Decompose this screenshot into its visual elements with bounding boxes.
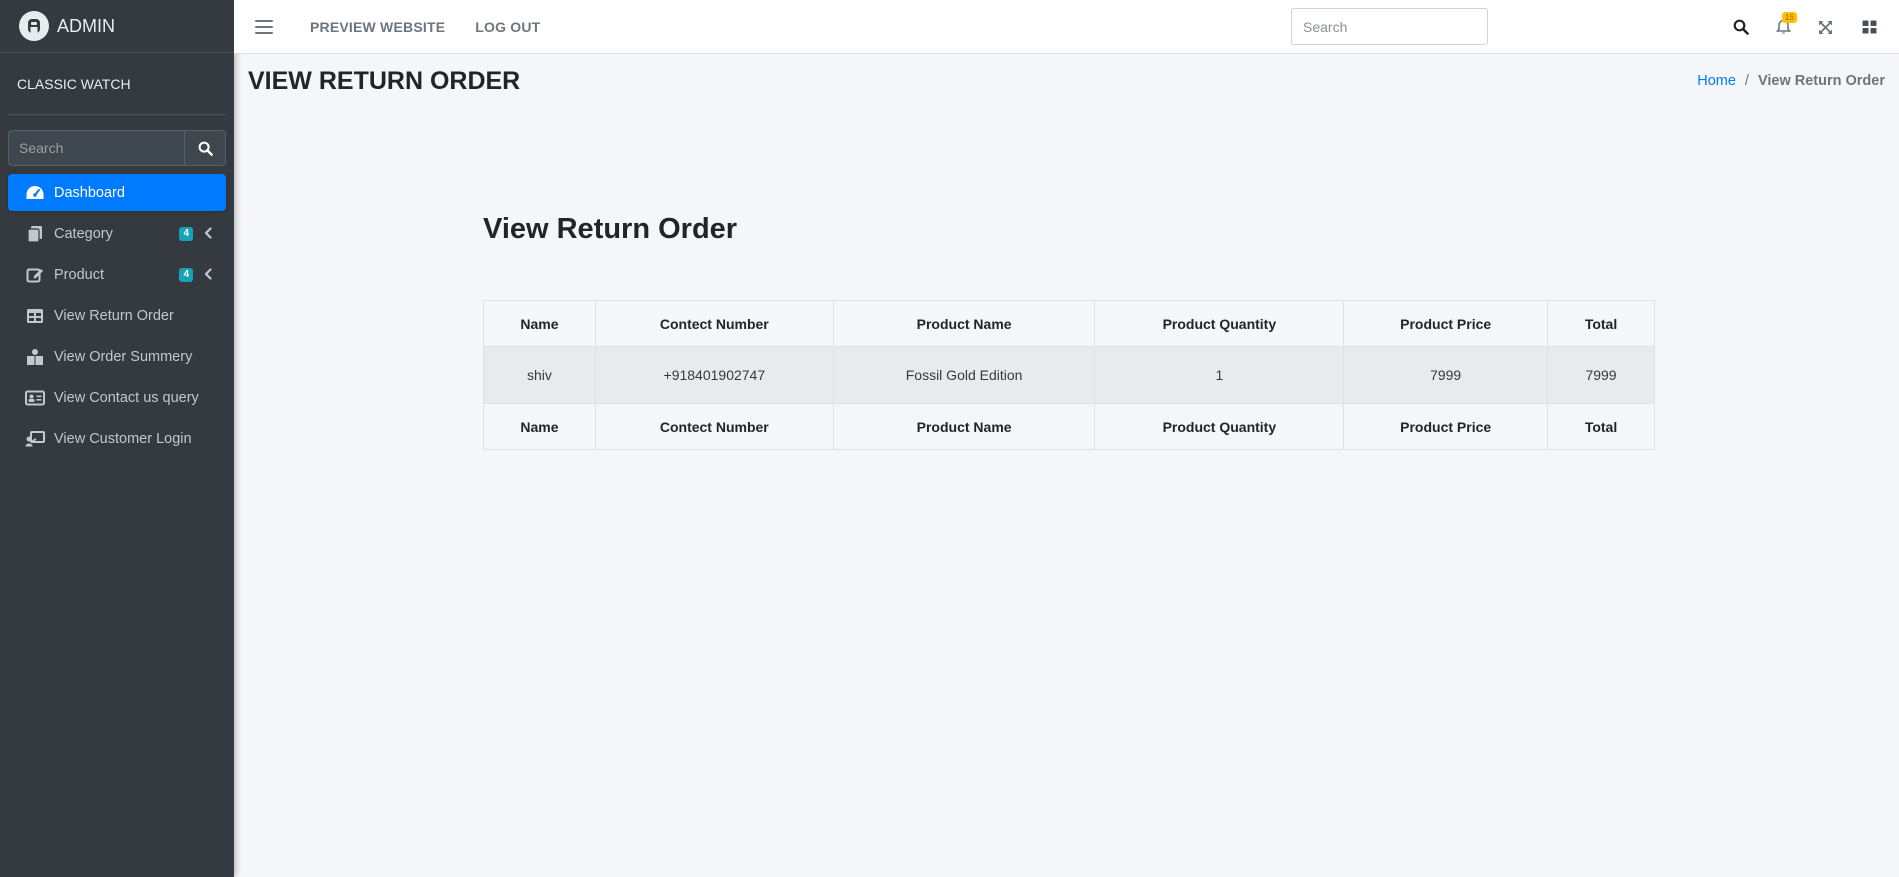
sidebar-item-category[interactable]: Category 4 [8,215,226,252]
breadcrumb-home-link[interactable]: Home [1697,73,1736,89]
column-header-product-name[interactable]: Product Name [832,300,1096,347]
cell-total: 7999 [1547,346,1655,404]
chalkboard-teacher-icon [25,429,45,449]
navbar-search-input[interactable] [1291,8,1488,45]
sidebar-item-label: View Order Summery [54,348,193,365]
fullscreen-button[interactable] [1814,16,1836,38]
sidebar-item-label: Product [54,266,104,283]
sidebar-search-input[interactable] [8,130,184,166]
column-header-contact-number[interactable]: Contect Number [594,300,834,347]
page-title: VIEW RETURN ORDER [248,67,521,95]
count-badge: 4 [179,227,193,241]
search-icon [1733,19,1749,35]
footer-header-product-quantity: Product Quantity [1094,403,1345,450]
user-name: CLASSIC WATCH [17,75,131,92]
sidebar-item-label: View Customer Login [54,430,192,447]
top-navbar: PREVIEW WEBSITE LOG OUT [234,0,1899,54]
column-header-product-quantity[interactable]: Product Quantity [1094,300,1345,347]
sidebar-item-label: Category [54,225,113,242]
cell-contact-number: +918401902747 [594,346,834,404]
footer-header-total: Total [1547,403,1655,450]
footer-header-name: Name [483,403,596,450]
navbar-search-button[interactable] [1730,16,1752,38]
table-footer-row: Name Contect Number Product Name Product… [483,403,1655,450]
sidebar-item-view-order-summery[interactable]: View Order Summery [8,338,226,375]
sidebar-search-button[interactable] [184,130,226,166]
table-icon [25,306,45,326]
sidebar: ADMIN CLASSIC WATCH Dashboard Category 4 [0,0,234,877]
edit-icon [25,265,45,285]
cell-product-quantity: 1 [1094,346,1345,404]
th-large-icon [1862,20,1876,34]
table-footer: Name Contect Number Product Name Product… [483,403,1655,450]
notification-count-badge: 15 [1782,12,1797,23]
table-header-row: Name Contect Number Product Name Product… [483,300,1655,347]
brand-text: ADMIN [57,15,115,36]
sidebar-item-label: Dashboard [54,184,125,201]
table-row: shiv +918401902747 Fossil Gold Edition 1… [483,346,1655,404]
chevron-left-icon [204,268,212,280]
breadcrumb-current: View Return Order [1757,73,1885,89]
cell-product-price: 7999 [1343,346,1549,404]
address-card-icon [25,388,45,408]
section-title: View Return Order [483,213,738,245]
control-sidebar-button[interactable] [1858,16,1880,38]
column-header-product-price[interactable]: Product Price [1343,300,1549,347]
search-icon [198,141,213,156]
sidebar-item-dashboard[interactable]: Dashboard [8,174,226,211]
cell-product-name: Fossil Gold Edition [832,346,1096,404]
footer-header-product-name: Product Name [832,403,1096,450]
sidebar-item-label: View Contact us query [54,389,199,406]
sidebar-item-label: View Return Order [54,307,174,324]
copy-icon [25,224,45,244]
cell-name: shiv [483,346,596,404]
column-header-total[interactable]: Total [1547,300,1655,347]
tachometer-icon [25,183,45,203]
sidebar-item-product[interactable]: Product 4 [8,256,226,293]
user-panel[interactable]: CLASSIC WATCH [8,53,226,115]
sidebar-search [8,130,226,166]
logout-link[interactable]: LOG OUT [475,19,540,35]
menu-toggle-icon[interactable] [255,19,273,34]
breadcrumb-separator: / [1744,73,1749,89]
sidebar-nav: Dashboard Category 4 Product 4 View Retu… [8,174,226,457]
brand-link[interactable]: ADMIN [0,0,234,53]
count-badge: 4 [179,268,193,282]
preview-website-link[interactable]: PREVIEW WEBSITE [310,19,445,35]
sidebar-item-view-customer-login[interactable]: View Customer Login [8,420,226,457]
sidebar-item-view-contact-us-query[interactable]: View Contact us query [8,379,226,416]
column-header-name[interactable]: Name [483,300,596,347]
breadcrumb: Home / View Return Order [1697,73,1885,89]
notifications-button[interactable]: 15 [1772,12,1797,38]
table-header: Name Contect Number Product Name Product… [483,300,1655,347]
footer-header-product-price: Product Price [1343,403,1549,450]
brand-logo [19,11,49,41]
sidebar-item-view-return-order[interactable]: View Return Order [8,297,226,334]
chevron-left-icon [204,227,212,239]
footer-header-contact-number: Contect Number [594,403,834,450]
return-order-table: Name Contect Number Product Name Product… [483,300,1655,450]
expand-arrows-icon [1818,20,1832,34]
boxes-icon [25,347,45,367]
